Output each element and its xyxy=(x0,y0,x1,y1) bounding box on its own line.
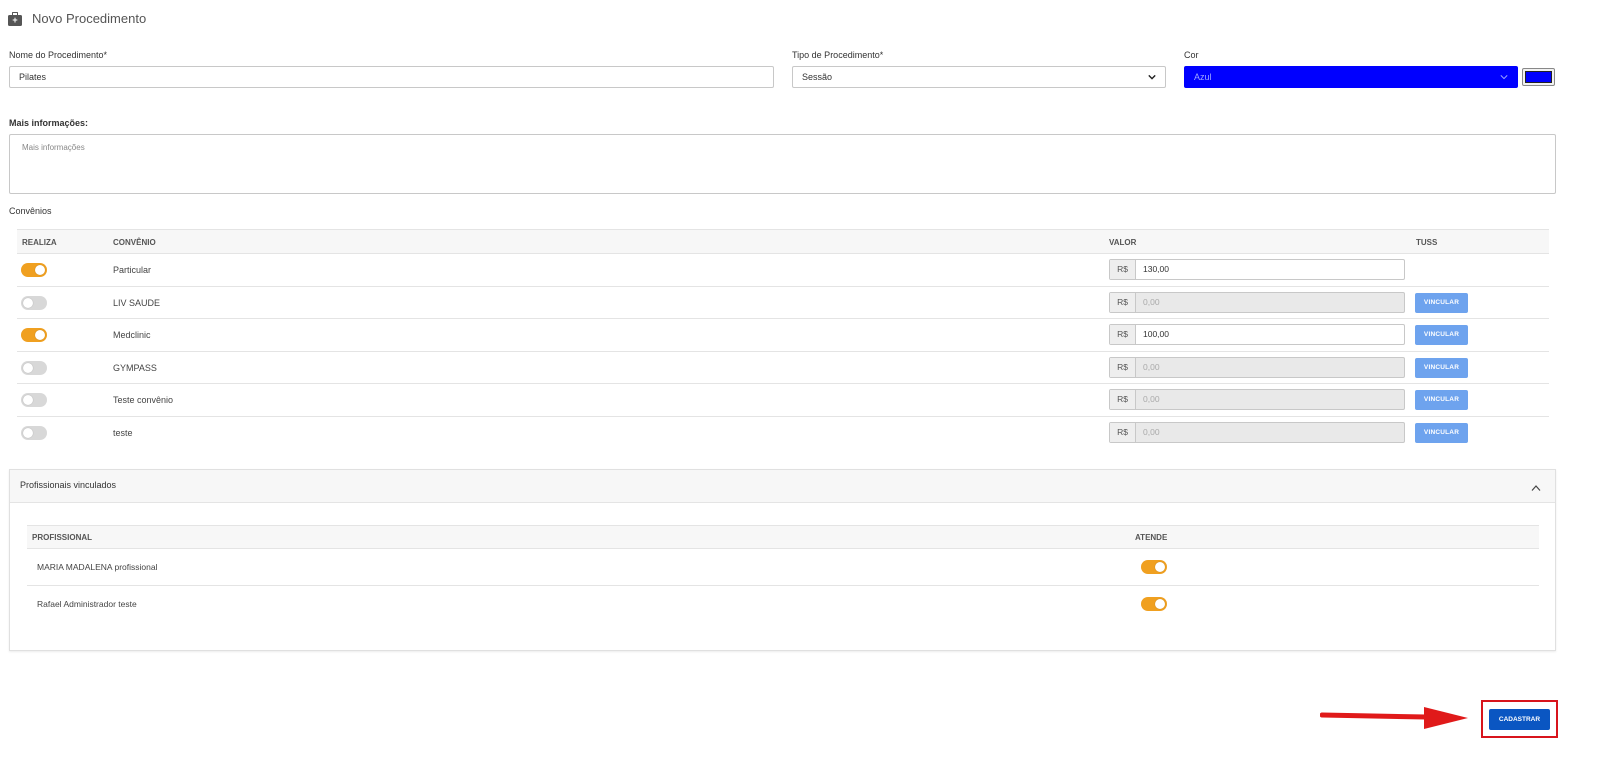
valor-value: 0,00 xyxy=(1143,361,1160,372)
valor-input[interactable]: R$ 0,00 xyxy=(1109,421,1405,443)
col-tuss: TUSS xyxy=(1416,238,1438,247)
valor-input[interactable]: R$ 0,00 xyxy=(1109,356,1405,378)
currency-addon: R$ xyxy=(1110,422,1136,442)
red-arrow-annotation xyxy=(1320,707,1468,729)
table-row: teste R$ 0,00 VINCULAR xyxy=(17,417,1549,450)
cor-label: Cor xyxy=(1184,50,1199,60)
realiza-toggle[interactable] xyxy=(21,425,47,440)
tipo-label: Tipo de Procedimento* xyxy=(792,50,884,60)
valor-value: 0,00 xyxy=(1143,426,1160,437)
currency-addon: R$ xyxy=(1110,260,1136,279)
realiza-toggle[interactable] xyxy=(21,295,47,310)
color-picker-swatch[interactable] xyxy=(1522,68,1555,86)
table-row: Teste convênio R$ 0,00 VINCULAR xyxy=(17,384,1549,417)
realiza-toggle[interactable] xyxy=(21,328,47,343)
tipo-select[interactable]: Sessão xyxy=(792,66,1166,88)
vincular-button[interactable]: VINCULAR xyxy=(1415,357,1468,378)
convenio-name: GYMPASS xyxy=(113,362,157,373)
table-row: GYMPASS R$ 0,00 VINCULAR xyxy=(17,352,1549,385)
cor-select-value: Azul xyxy=(1194,72,1212,82)
vincular-button[interactable]: VINCULAR xyxy=(1415,325,1468,346)
valor-value: 130,00 xyxy=(1143,264,1169,274)
nome-label: Nome do Procedimento* xyxy=(9,50,108,60)
nome-field[interactable]: Pilates xyxy=(9,66,774,88)
valor-input[interactable]: R$ 130,00 xyxy=(1109,259,1405,280)
currency-addon: R$ xyxy=(1110,390,1136,410)
table-row: Medclinic R$ 100,00 VINCULAR xyxy=(17,319,1549,352)
valor-value: 0,00 xyxy=(1143,296,1160,307)
realiza-toggle[interactable] xyxy=(21,360,47,375)
convenios-label: Convênios xyxy=(9,206,52,216)
chevron-down-icon xyxy=(1148,74,1156,80)
info-textarea[interactable] xyxy=(9,134,1556,194)
table-row: Rafael Administrador teste xyxy=(27,586,1539,623)
vincular-button[interactable]: VINCULAR xyxy=(1415,292,1468,313)
realiza-toggle[interactable] xyxy=(21,263,47,277)
profissionais-title: Profissionais vinculados xyxy=(20,480,117,490)
convenio-name: LIV SAUDE xyxy=(113,297,161,308)
convenio-name: teste xyxy=(113,427,133,438)
profissionais-panel: Profissionais vinculados PROFISSIONAL AT… xyxy=(9,469,1556,651)
profissionais-panel-header[interactable]: Profissionais vinculados xyxy=(10,470,1555,503)
cor-select[interactable]: Azul xyxy=(1184,66,1518,88)
col-profissional: PROFISSIONAL xyxy=(32,533,93,542)
col-convenio: CONVÊNIO xyxy=(113,238,156,247)
col-atende: ATENDE xyxy=(1135,533,1168,542)
convenios-table: REALIZA CONVÊNIO VALOR TUSS Particular R… xyxy=(17,229,1549,450)
cadastrar-button[interactable]: CADASTRAR xyxy=(1489,709,1550,730)
convenios-table-header: REALIZA CONVÊNIO VALOR TUSS xyxy=(17,229,1549,254)
currency-addon: R$ xyxy=(1110,292,1136,312)
page-header: + Novo Procedimento xyxy=(8,11,146,26)
tipo-select-value: Sessão xyxy=(802,72,833,82)
realiza-toggle[interactable] xyxy=(21,393,47,408)
profissional-name: Rafael Administrador teste xyxy=(37,599,137,609)
profissionais-table-header: PROFISSIONAL ATENDE xyxy=(27,525,1539,549)
chevron-down-icon xyxy=(1500,75,1508,80)
table-row: Particular R$ 130,00 xyxy=(17,254,1549,287)
valor-value: 0,00 xyxy=(1143,394,1160,405)
col-realiza: REALIZA xyxy=(22,238,57,247)
convenio-name: Teste convênio xyxy=(113,395,174,406)
chevron-up-icon[interactable] xyxy=(1531,484,1541,492)
info-label: Mais informações: xyxy=(9,118,89,128)
profissional-name: MARIA MADALENA profissional xyxy=(37,562,158,572)
convenio-name: Particular xyxy=(113,265,152,275)
valor-input[interactable]: R$ 100,00 xyxy=(1109,324,1405,346)
valor-value: 100,00 xyxy=(1143,329,1169,340)
page-title: Novo Procedimento xyxy=(32,11,147,26)
vincular-button[interactable]: VINCULAR xyxy=(1415,390,1468,411)
convenio-name: Medclinic xyxy=(113,330,151,341)
medical-bag-icon: + xyxy=(8,11,22,26)
currency-addon: R$ xyxy=(1110,325,1136,345)
valor-input[interactable]: R$ 0,00 xyxy=(1109,389,1405,411)
currency-addon: R$ xyxy=(1110,357,1136,377)
table-row: MARIA MADALENA profissional xyxy=(27,549,1539,586)
valor-input[interactable]: R$ 0,00 xyxy=(1109,291,1405,313)
profissionais-table: PROFISSIONAL ATENDE MARIA MADALENA profi… xyxy=(27,525,1539,623)
atende-toggle[interactable] xyxy=(1141,597,1167,611)
table-row: LIV SAUDE R$ 0,00 VINCULAR xyxy=(17,287,1549,320)
vincular-button[interactable]: VINCULAR xyxy=(1415,422,1468,443)
col-valor: VALOR xyxy=(1109,238,1137,247)
atende-toggle[interactable] xyxy=(1141,560,1167,574)
